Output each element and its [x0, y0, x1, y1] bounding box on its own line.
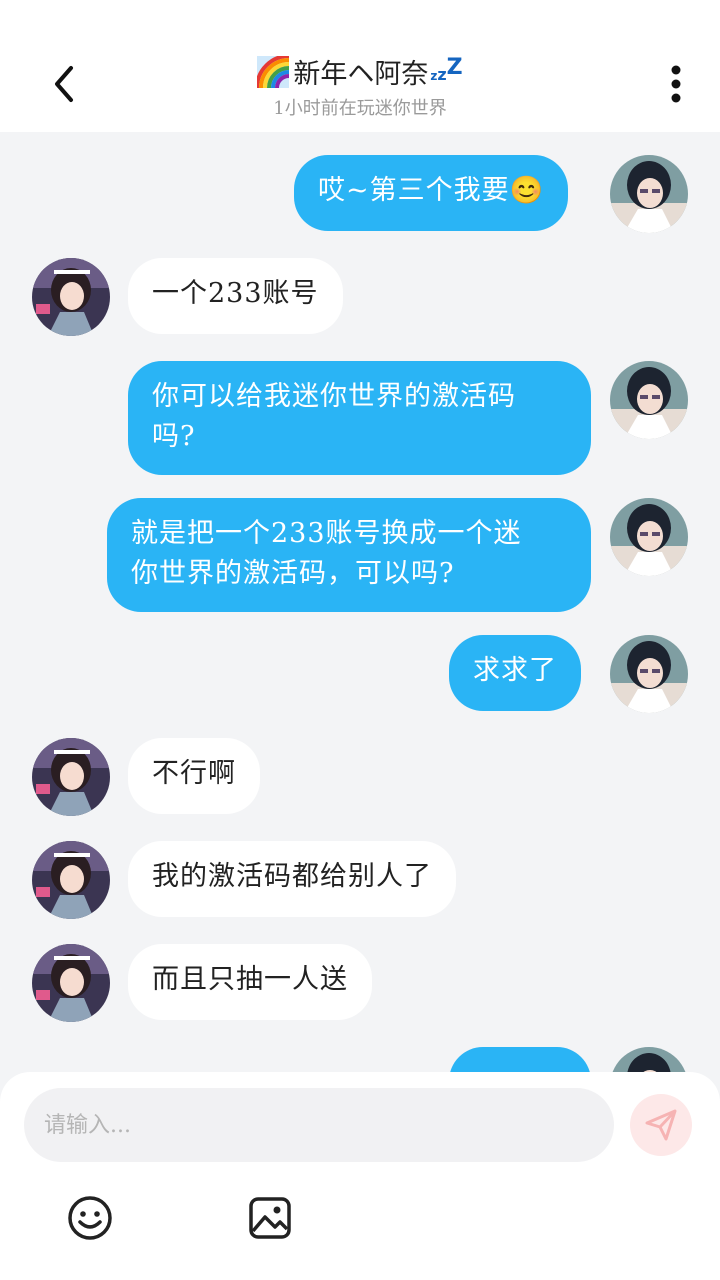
send-icon — [645, 1109, 677, 1141]
rainbow-emoji-icon — [257, 55, 290, 88]
back-button[interactable] — [38, 58, 90, 110]
contact-status: 1小时前在玩迷你世界 — [273, 97, 447, 119]
message-bubble[interactable]: 你可以给我迷你世界的激活码 吗? — [128, 361, 591, 475]
contact-avatar[interactable] — [32, 944, 110, 1022]
message-bubble[interactable]: 而且只抽一人送 — [128, 944, 372, 1020]
message-bubble[interactable]: 一个233账号 — [128, 258, 343, 334]
chat-title-area: 新年ヘ阿奈 zzZ 1小时前在玩迷你世界 — [160, 52, 560, 120]
send-button[interactable] — [630, 1094, 692, 1156]
my-avatar[interactable] — [610, 155, 688, 233]
image-button[interactable] — [244, 1192, 296, 1244]
emoji-button[interactable] — [64, 1192, 116, 1244]
chat-header: 新年ヘ阿奈 zzZ 1小时前在玩迷你世界 — [0, 0, 720, 132]
more-options-button[interactable] — [650, 58, 702, 110]
contact-name-text: 新年ヘ阿奈 — [293, 59, 429, 90]
chevron-left-icon — [55, 66, 73, 102]
message-bubble[interactable]: 就是把一个233账号换成一个迷 你世界的激活码，可以吗? — [107, 498, 591, 612]
message-bubble[interactable]: 求求了 — [449, 635, 581, 711]
message-composer — [0, 1072, 720, 1280]
image-icon — [249, 1197, 291, 1239]
my-avatar[interactable] — [610, 498, 688, 576]
my-avatar[interactable] — [610, 361, 688, 439]
contact-avatar[interactable] — [32, 738, 110, 816]
message-list[interactable]: 哎~第三个我要😊 一个233账号 你可以给我迷你世界的激活码 吗? 就是把一个2… — [0, 132, 720, 1072]
sleeping-zzz-icon: zzZ — [430, 55, 463, 84]
message-bubble[interactable] — [449, 1047, 591, 1072]
message-bubble[interactable]: 哎~第三个我要😊 — [294, 155, 569, 231]
contact-name[interactable]: 新年ヘ阿奈 zzZ — [257, 52, 463, 91]
my-avatar[interactable] — [610, 1047, 688, 1072]
contact-avatar[interactable] — [32, 258, 110, 336]
message-input[interactable] — [24, 1088, 614, 1162]
more-vertical-icon — [671, 65, 681, 103]
emoji-icon — [68, 1196, 112, 1240]
message-bubble[interactable]: 我的激活码都给别人了 — [128, 841, 456, 917]
contact-avatar[interactable] — [32, 841, 110, 919]
my-avatar[interactable] — [610, 635, 688, 713]
message-bubble[interactable]: 不行啊 — [128, 738, 260, 814]
